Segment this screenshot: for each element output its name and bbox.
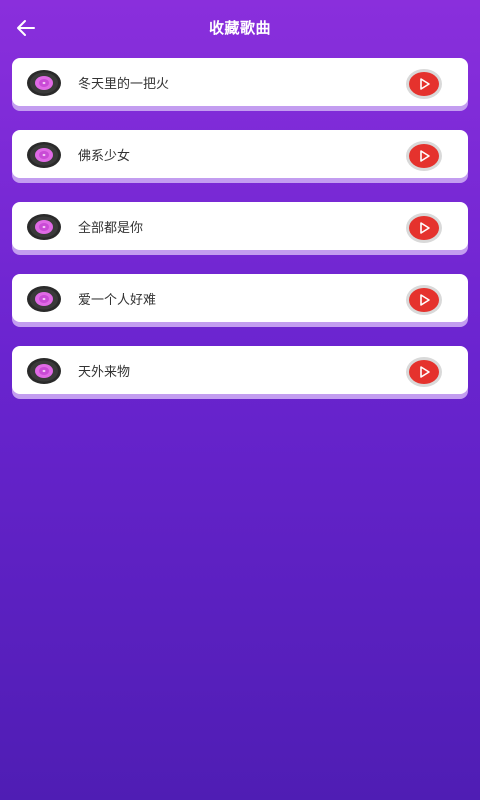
song-list: 冬天里的一把火 佛系少女 全部都是你 爱一个人好难 天外来物 — [12, 58, 468, 418]
play-icon[interactable] — [406, 285, 442, 315]
song-title: 天外来物 — [78, 365, 131, 380]
play-icon[interactable] — [406, 141, 442, 171]
song-item[interactable]: 佛系少女 — [12, 130, 468, 178]
page-title: 收藏歌曲 — [208, 19, 271, 37]
header-bar: 收藏歌曲 — [0, 0, 480, 56]
play-icon[interactable] — [406, 357, 442, 387]
vinyl-disc-icon — [27, 214, 61, 240]
vinyl-disc-icon — [27, 70, 61, 96]
vinyl-disc-icon — [27, 358, 61, 384]
vinyl-disc-icon — [27, 286, 61, 312]
song-item[interactable]: 天外来物 — [12, 346, 468, 394]
play-icon[interactable] — [406, 213, 442, 243]
song-item[interactable]: 爱一个人好难 — [12, 274, 468, 322]
song-title: 爱一个人好难 — [78, 293, 157, 308]
song-title: 冬天里的一把火 — [78, 77, 170, 92]
song-item[interactable]: 冬天里的一把火 — [12, 58, 468, 106]
play-icon[interactable] — [406, 69, 442, 99]
song-title: 全部都是你 — [78, 221, 144, 236]
song-title: 佛系少女 — [78, 149, 131, 164]
song-item[interactable]: 全部都是你 — [12, 202, 468, 250]
vinyl-disc-icon — [27, 142, 61, 168]
